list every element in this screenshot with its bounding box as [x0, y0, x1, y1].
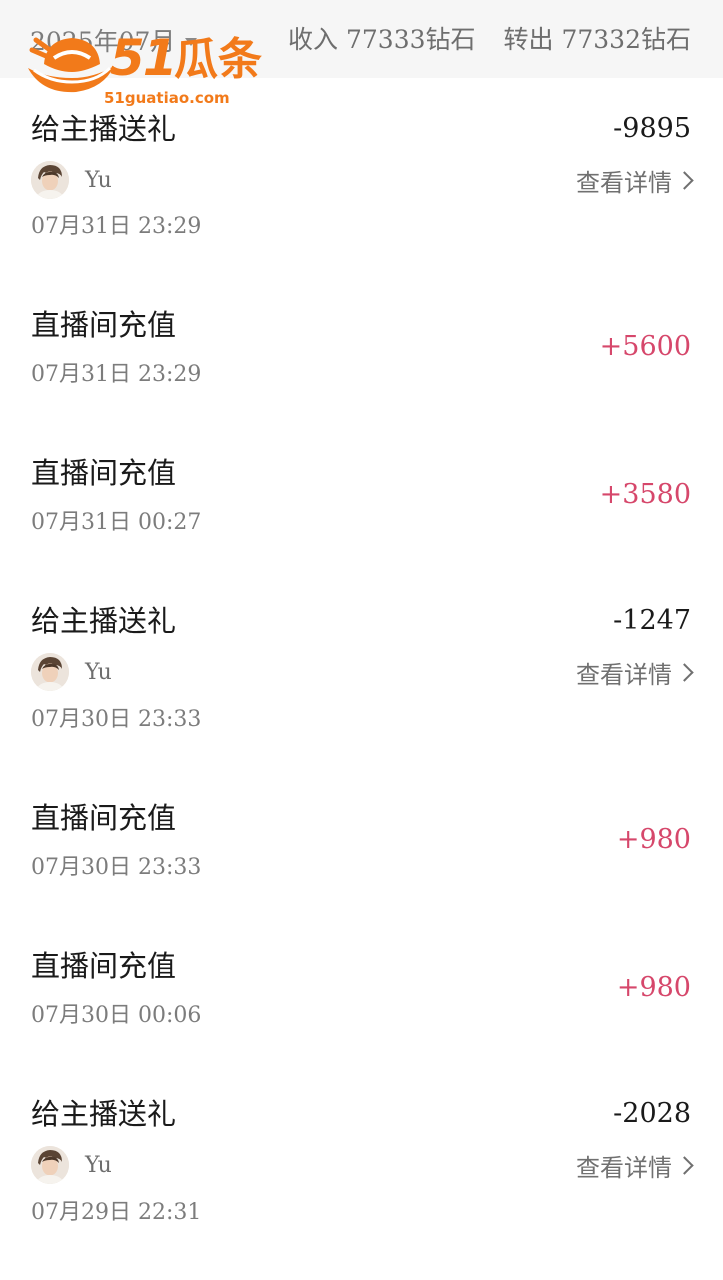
- user-name: Yu: [85, 1152, 112, 1178]
- user-name: Yu: [85, 659, 112, 685]
- chevron-right-icon: [675, 662, 694, 682]
- summary: 收入 77333钻石 转出 77332钻石: [288, 20, 691, 56]
- transaction-amount: +3580: [599, 479, 691, 510]
- transaction-title: 直播间充值: [31, 801, 177, 835]
- outgo-summary: 转出 77332钻石: [503, 25, 691, 54]
- transaction-title: 直播间充值: [31, 949, 177, 983]
- recipient[interactable]: Yu: [31, 653, 112, 691]
- transaction-amount: -1247: [613, 605, 691, 636]
- transaction-title: 直播间充值: [31, 308, 177, 342]
- transaction-time: 07月30日 23:33: [31, 855, 202, 880]
- transaction-time: 07月31日 00:27: [31, 510, 202, 535]
- transaction-amount: +980: [616, 972, 691, 1003]
- transaction-title: 给主播送礼: [31, 604, 177, 638]
- recipient[interactable]: Yu: [31, 161, 112, 199]
- transaction-time: 07月31日 23:29: [31, 214, 202, 239]
- filter-bar: 2025年07月 收入 77333钻石 转出 77332钻石: [0, 0, 723, 78]
- view-details-link[interactable]: 查看详情: [576, 161, 694, 199]
- month-label: 2025年07月: [30, 27, 176, 56]
- transaction-amount: +980: [616, 824, 691, 855]
- transaction-time: 07月31日 23:29: [31, 362, 202, 387]
- transaction-time: 07月29日 22:31: [31, 1200, 202, 1225]
- chevron-right-icon: [675, 1155, 694, 1175]
- income-summary: 收入 77333钻石: [288, 25, 476, 54]
- caret-down-icon: [185, 38, 198, 46]
- avatar: [31, 161, 69, 199]
- transaction-amount: -2028: [613, 1098, 691, 1129]
- view-details-link[interactable]: 查看详情: [576, 653, 694, 691]
- chevron-right-icon: [675, 170, 694, 190]
- view-details-link[interactable]: 查看详情: [576, 1146, 694, 1184]
- avatar: [31, 653, 69, 691]
- transaction-amount: -9895: [613, 113, 691, 144]
- avatar: [31, 1146, 69, 1184]
- view-details-label: 查看详情: [576, 168, 672, 197]
- transaction-title: 给主播送礼: [31, 112, 177, 146]
- month-selector[interactable]: 2025年07月: [30, 22, 198, 58]
- view-details-label: 查看详情: [576, 660, 672, 689]
- transaction-time: 07月30日 23:33: [31, 707, 202, 732]
- recipient[interactable]: Yu: [31, 1146, 112, 1184]
- watermark-url: 51guatiao.com: [104, 89, 230, 107]
- transaction-time: 07月30日 00:06: [31, 1003, 202, 1028]
- user-name: Yu: [85, 167, 112, 193]
- transaction-amount: +5600: [599, 331, 691, 362]
- view-details-label: 查看详情: [576, 1153, 672, 1182]
- transaction-title: 给主播送礼: [31, 1097, 177, 1131]
- transaction-title: 直播间充值: [31, 456, 177, 490]
